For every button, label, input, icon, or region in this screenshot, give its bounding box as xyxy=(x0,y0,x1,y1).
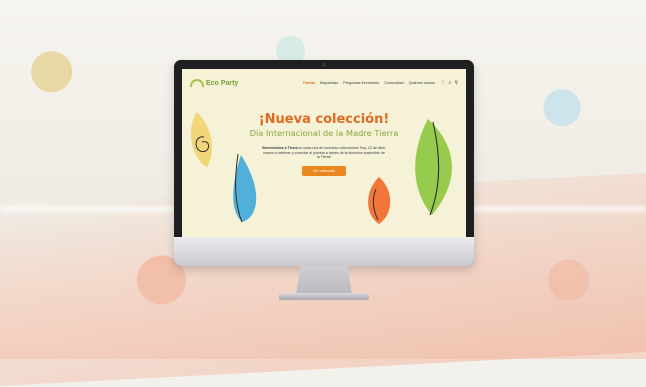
nav-item-tienda[interactable]: Tienda xyxy=(303,81,315,85)
search-icon[interactable]: ⌕ xyxy=(449,80,452,86)
user-icon[interactable]: ⚲ xyxy=(454,80,458,86)
logo-text: Eco Party xyxy=(206,79,239,87)
hero-intro-bold: Bienvenidos a Tierra xyxy=(262,146,298,150)
monitor-frame: Eco Party Tienda Mayoristas Preguntas fr… xyxy=(174,60,474,266)
main-navigation: Tienda Mayoristas Preguntas frecuentes C… xyxy=(303,81,435,85)
website-screen: Eco Party Tienda Mayoristas Preguntas fr… xyxy=(182,69,466,237)
monitor-base xyxy=(279,293,369,300)
nav-item-about[interactable]: Quiénes somos xyxy=(409,81,435,85)
apple-logo-icon xyxy=(317,244,331,260)
view-collection-button[interactable]: Ver colección xyxy=(302,166,346,176)
hero-title: ¡Nueva colección! xyxy=(258,112,390,127)
header-icons: ♡ ⌕ ⚲ xyxy=(441,80,458,86)
nav-item-comunidad[interactable]: Comunidad xyxy=(384,81,403,85)
rainbow-logo-icon xyxy=(190,79,204,87)
hero-subtitle: Día Internacional de la Madre Tierra xyxy=(249,128,399,138)
monitor-chin xyxy=(174,237,474,266)
nav-item-faq[interactable]: Preguntas frecuentes xyxy=(343,81,379,85)
site-header: Eco Party Tienda Mayoristas Preguntas fr… xyxy=(182,69,466,97)
monitor-stand xyxy=(296,266,352,294)
heart-icon[interactable]: ♡ xyxy=(441,80,445,86)
eco-party-logo[interactable]: Eco Party xyxy=(190,79,238,87)
hero-intro: Bienvenidos a Tierra en cada una de nues… xyxy=(262,146,386,160)
camera xyxy=(322,63,326,67)
orange-flame-illustration xyxy=(368,177,391,224)
nav-item-mayoristas[interactable]: Mayoristas xyxy=(320,81,338,85)
